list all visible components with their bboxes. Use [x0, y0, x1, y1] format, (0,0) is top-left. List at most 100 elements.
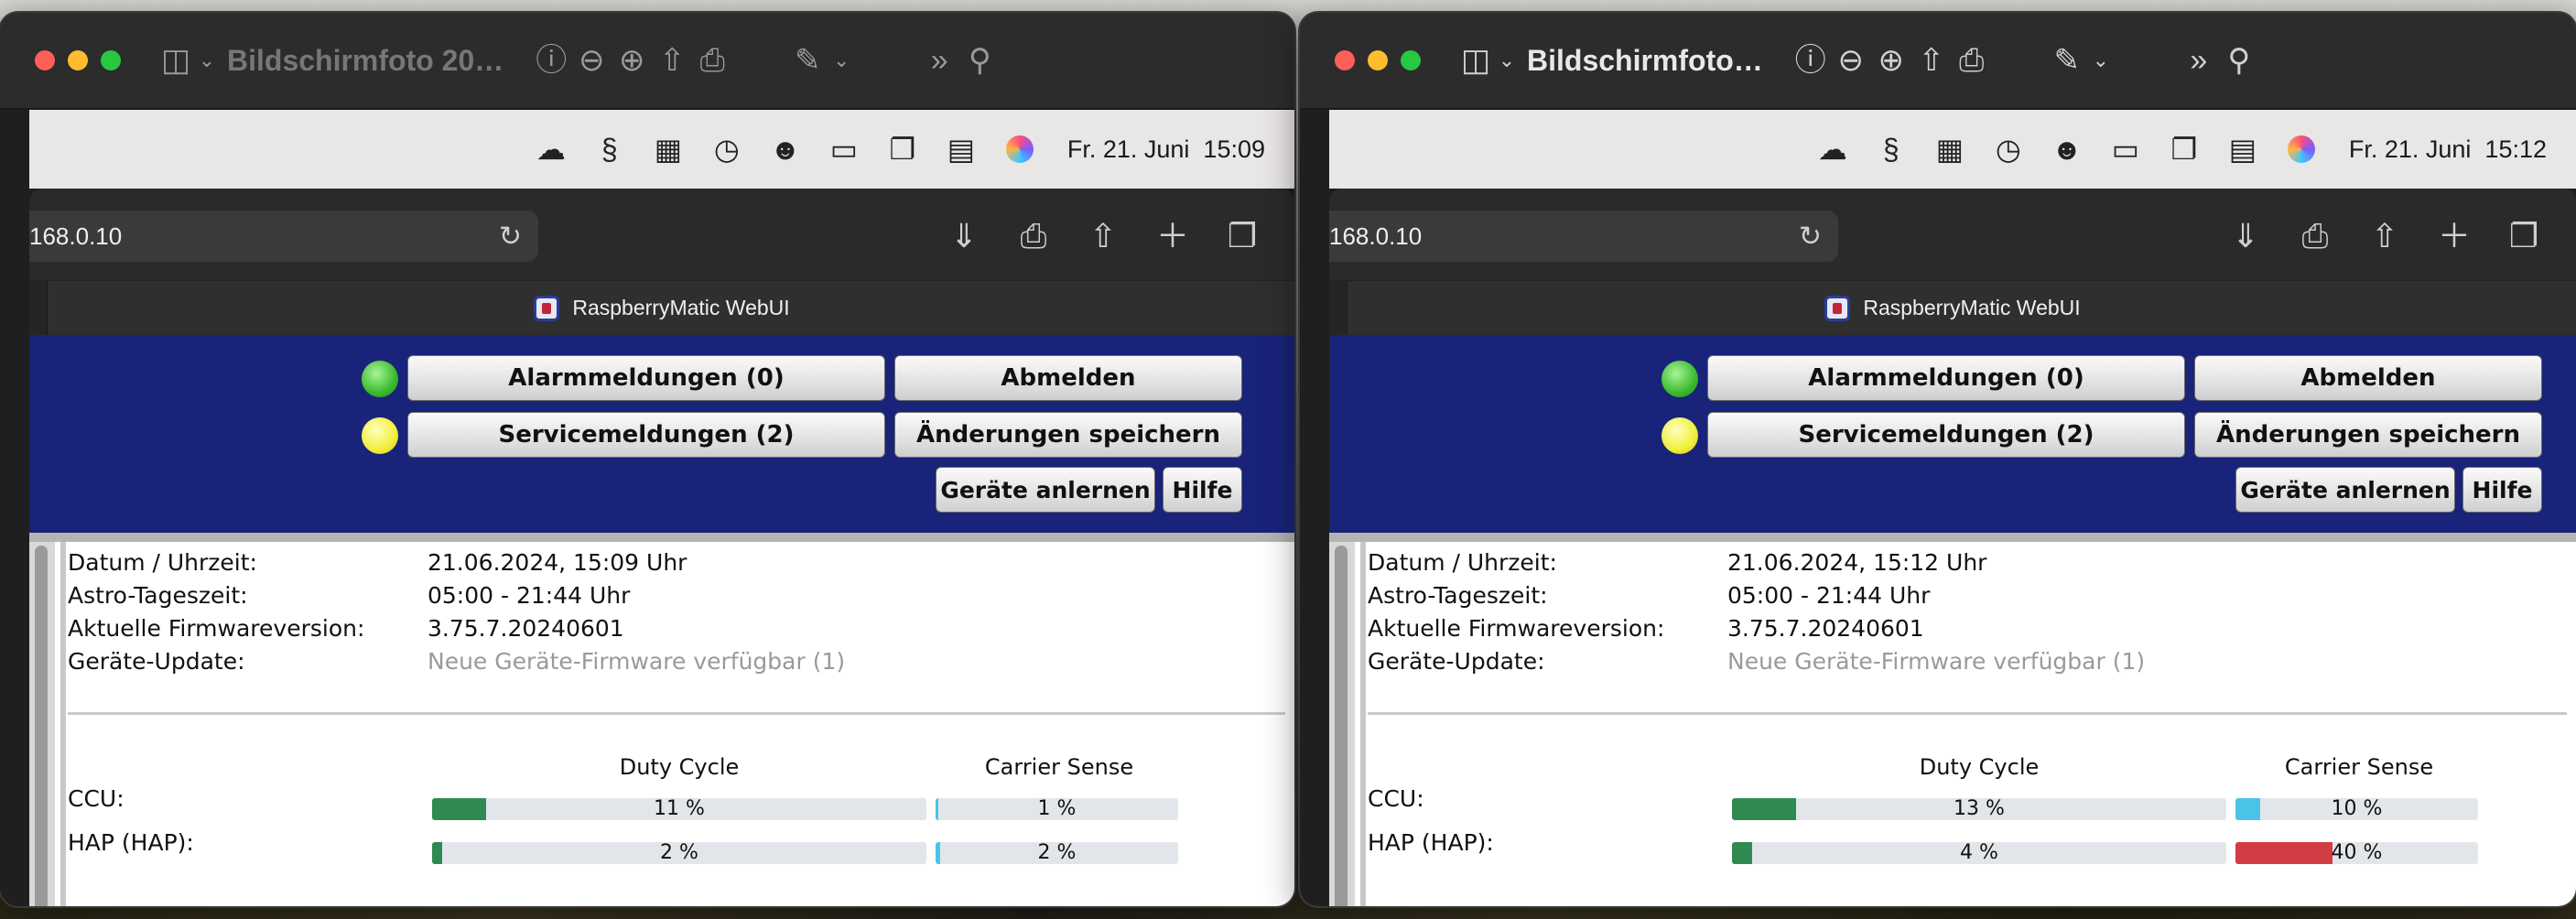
tabs-icon[interactable]: ❐ — [2497, 212, 2550, 260]
info-icon[interactable]: ⓘ — [531, 40, 571, 81]
zoom-button[interactable] — [1401, 50, 1421, 70]
left-scrollbar[interactable] — [1329, 542, 1355, 906]
ccu-duty-text: 13 % — [1954, 798, 2005, 820]
alarm-messages-button[interactable]: Alarmmeldungen (0) — [407, 355, 885, 401]
chevron-down-icon[interactable]: ⌄ — [1496, 40, 1518, 81]
reload-icon[interactable]: ↻ — [1799, 221, 1822, 253]
share-icon[interactable]: ⇧ — [652, 40, 692, 81]
zoom-button[interactable] — [101, 50, 121, 70]
print-icon[interactable]: ⎙ — [692, 40, 732, 81]
chevron-down-icon[interactable]: ⌄ — [196, 40, 218, 81]
logout-button[interactable]: Abmelden — [894, 355, 1242, 401]
tab-title[interactable]: RaspberryMatic WebUI — [572, 296, 789, 320]
control-center-icon[interactable]: ▤ — [932, 132, 990, 167]
share-icon[interactable]: ⇧ — [1077, 212, 1130, 260]
zoom-in-icon[interactable]: ⊕ — [1871, 40, 1911, 81]
layout-icon[interactable]: ▦ — [639, 132, 698, 167]
service-messages-button[interactable]: Servicemeldungen (2) — [1707, 412, 2185, 458]
address-bar[interactable]: 168.0.10 ↻ — [1329, 211, 1838, 262]
screens-icon[interactable]: ❐ — [873, 132, 932, 167]
tab-inactive[interactable] — [29, 281, 48, 336]
zoom-out-icon[interactable]: ⊖ — [1831, 40, 1871, 81]
share-icon[interactable]: ⇧ — [1911, 40, 1952, 81]
sidebar-icon[interactable]: ◫ — [1456, 40, 1496, 81]
cloud-icon[interactable]: ☁ — [522, 132, 580, 167]
snake-icon[interactable]: § — [580, 133, 639, 167]
address-bar[interactable]: 168.0.10 ↻ — [29, 211, 538, 262]
webui-header: Alarmmeldungen (0) Abmelden Servicemeldu… — [29, 335, 1294, 533]
minimize-button[interactable] — [1368, 50, 1388, 70]
save-changes-button[interactable]: Änderungen speichern — [2194, 412, 2542, 458]
ccu-duty-bar: 11 % — [432, 798, 926, 820]
menubar-date[interactable]: Fr. 21. Juni 15:09 — [1067, 135, 1265, 164]
battery-icon[interactable]: ▭ — [2096, 132, 2155, 167]
battery-icon[interactable]: ▭ — [815, 132, 873, 167]
new-tab-icon[interactable]: ＋ — [1146, 212, 1199, 260]
tabs-icon[interactable]: ❐ — [1216, 212, 1269, 260]
search-icon[interactable]: ⚲ — [959, 40, 1000, 81]
markup-icon[interactable]: ✎ — [787, 40, 828, 81]
status-panel: Datum / Uhrzeit: 21.06.2024, 15:09 Uhr A… — [29, 533, 1294, 906]
user-icon[interactable]: ☻ — [756, 133, 815, 167]
left-scrollbar[interactable] — [29, 542, 55, 906]
tab-title[interactable]: RaspberryMatic WebUI — [1863, 296, 2080, 320]
minimize-button[interactable] — [68, 50, 88, 70]
learn-devices-button[interactable]: Geräte anlernen — [936, 467, 1155, 513]
url-text[interactable]: 168.0.10 — [1329, 222, 1422, 251]
share-icon[interactable]: ⇧ — [2358, 212, 2411, 260]
more-icon[interactable]: » — [2179, 40, 2219, 81]
download-icon[interactable]: ⇓ — [2219, 212, 2272, 260]
screens-icon[interactable]: ❐ — [2155, 132, 2213, 167]
chevron-down-icon[interactable]: ⌄ — [2087, 40, 2115, 81]
update-link[interactable]: Neue Geräte-Firmware verfügbar (1) — [428, 648, 845, 675]
zoom-in-icon[interactable]: ⊕ — [612, 40, 652, 81]
learn-devices-button[interactable]: Geräte anlernen — [2235, 467, 2455, 513]
datetime-label: Datum / Uhrzeit: — [68, 549, 257, 576]
markup-icon[interactable]: ✎ — [2047, 40, 2087, 81]
service-messages-button[interactable]: Servicemeldungen (2) — [407, 412, 885, 458]
alarm-messages-button[interactable]: Alarmmeldungen (0) — [1707, 355, 2185, 401]
url-text[interactable]: 168.0.10 — [29, 222, 122, 251]
firmware-label: Aktuelle Firmwareversion: — [68, 615, 365, 642]
info-icon[interactable]: ⓘ — [1791, 40, 1831, 81]
snake-icon[interactable]: § — [1862, 133, 1921, 167]
window-titlebar[interactable]: ◫ ⌄ Bildschirmfoto 20… ⓘ ⊖ ⊕ ⇧ ⎙ ✎ ⌄ » ⚲ — [0, 13, 1294, 110]
cloud-icon[interactable]: ☁ — [1803, 132, 1862, 167]
hap-duty-bar: 2 % — [432, 842, 926, 864]
sidebar-icon[interactable]: ◫ — [156, 40, 196, 81]
menubar-date[interactable]: Fr. 21. Juni 15:12 — [2349, 135, 2547, 164]
new-tab-icon[interactable]: ＋ — [2428, 212, 2481, 260]
more-icon[interactable]: » — [919, 40, 959, 81]
update-link[interactable]: Neue Geräte-Firmware verfügbar (1) — [1727, 648, 2145, 675]
hap-carrier-text: 40 % — [2331, 842, 2383, 864]
siri-icon[interactable] — [2287, 135, 2315, 163]
print-icon[interactable]: ⎙ — [1007, 212, 1060, 260]
layout-icon[interactable]: ▦ — [1921, 132, 1979, 167]
time-machine-icon[interactable]: ◷ — [698, 132, 756, 167]
help-button[interactable]: Hilfe — [1163, 467, 1242, 513]
time-machine-icon[interactable]: ◷ — [1979, 132, 2038, 167]
chevron-down-icon[interactable]: ⌄ — [828, 40, 855, 81]
carrier-sense-header: Carrier Sense — [2284, 754, 2434, 780]
download-icon[interactable]: ⇓ — [937, 212, 990, 260]
window-titlebar[interactable]: ◫ ⌄ Bildschirmfoto… ⓘ ⊖ ⊕ ⇧ ⎙ ✎ ⌄ » ⚲ — [1300, 13, 2576, 110]
preview-window-left[interactable]: ◫ ⌄ Bildschirmfoto 20… ⓘ ⊖ ⊕ ⇧ ⎙ ✎ ⌄ » ⚲… — [0, 13, 1294, 906]
logout-button[interactable]: Abmelden — [2194, 355, 2542, 401]
close-button[interactable] — [1335, 50, 1355, 70]
zoom-out-icon[interactable]: ⊖ — [571, 40, 612, 81]
service-status-led — [1661, 417, 1698, 454]
save-changes-button[interactable]: Änderungen speichern — [894, 412, 1242, 458]
carrier-sense-header: Carrier Sense — [984, 754, 1134, 780]
print-icon[interactable]: ⎙ — [2289, 212, 2342, 260]
siri-icon[interactable] — [1005, 135, 1034, 163]
control-center-icon[interactable]: ▤ — [2213, 132, 2272, 167]
tab-inactive[interactable] — [1329, 281, 1348, 336]
firmware-value: 3.75.7.20240601 — [1727, 615, 1924, 642]
preview-window-right[interactable]: ◫ ⌄ Bildschirmfoto… ⓘ ⊖ ⊕ ⇧ ⎙ ✎ ⌄ » ⚲ ☁ … — [1300, 13, 2576, 906]
reload-icon[interactable]: ↻ — [499, 221, 522, 253]
print-icon[interactable]: ⎙ — [1952, 40, 1992, 81]
user-icon[interactable]: ☻ — [2038, 133, 2096, 167]
help-button[interactable]: Hilfe — [2462, 467, 2542, 513]
search-icon[interactable]: ⚲ — [2219, 40, 2259, 81]
close-button[interactable] — [35, 50, 55, 70]
